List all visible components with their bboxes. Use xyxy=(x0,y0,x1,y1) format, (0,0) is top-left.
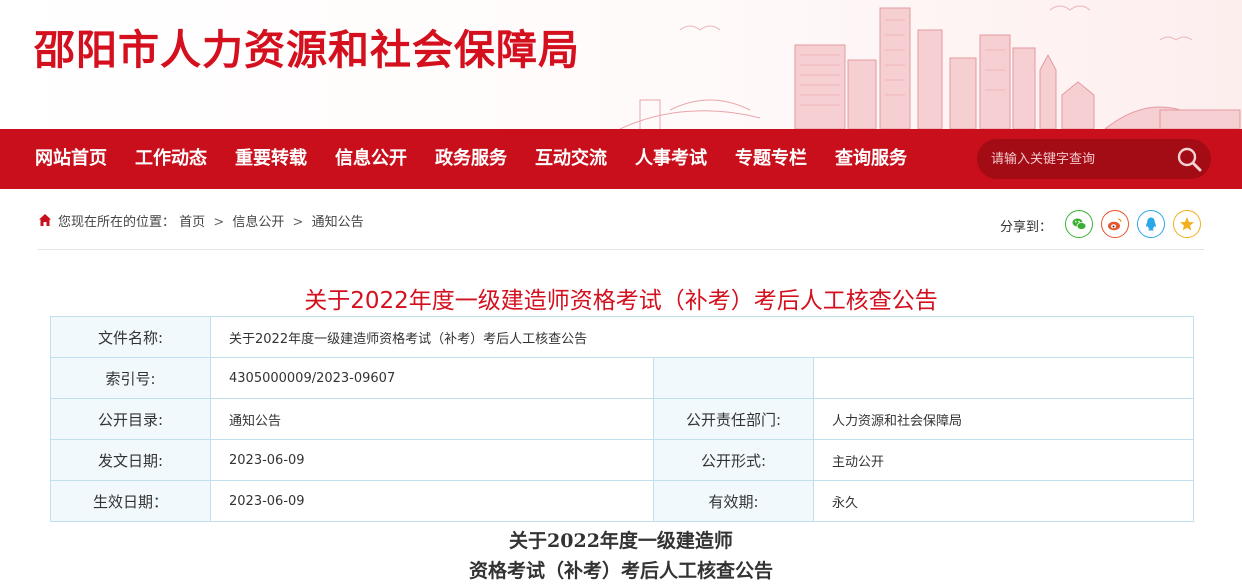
nav-item-home[interactable]: 网站首页 xyxy=(35,129,107,189)
weibo-icon xyxy=(1108,218,1122,231)
index-label: 索引号: xyxy=(50,357,211,399)
dept-label: 公开责任部门: xyxy=(653,398,814,440)
qzone-icon xyxy=(1180,217,1194,231)
nav-item-info-disclosure[interactable]: 信息公开 xyxy=(335,129,407,189)
effective-date-label: 生效日期： xyxy=(50,480,211,522)
nav-item-interaction[interactable]: 互动交流 xyxy=(535,129,607,189)
file-name-label: 文件名称: xyxy=(50,316,211,358)
share-label: 分享到： xyxy=(1000,220,1053,235)
share-weibo-button[interactable] xyxy=(1101,210,1129,238)
main-nav: 网站首页 工作动态 重要转载 信息公开 政务服务 互动交流 人事考试 专题专栏 … xyxy=(0,129,1242,189)
breadcrumb-bar: 您现在所在的位置： 首页 > 信息公开 > 通知公告 分享到： xyxy=(38,200,1204,250)
body-heading: 关于2022年度一级建造师 资格考试（补考）考后人工核查公告 xyxy=(0,526,1242,586)
search-button[interactable] xyxy=(1175,145,1203,173)
breadcrumb-separator: > xyxy=(292,215,304,230)
table-row: 公开目录: 通知公告 公开责任部门: 人力资源和社会保障局 xyxy=(50,398,1195,440)
site-title[interactable]: 邵阳市人力资源和社会保障局 xyxy=(34,16,580,76)
table-row: 索引号: 4305000009/2023-09607 xyxy=(50,357,1195,399)
empty-value-cell xyxy=(812,357,1195,399)
dept-value: 人力资源和社会保障局 xyxy=(812,398,1195,440)
nav-item-personnel-exam[interactable]: 人事考试 xyxy=(635,129,707,189)
body-heading-line-1: 关于2022年度一级建造师 xyxy=(509,530,733,552)
catalog-label: 公开目录: xyxy=(50,398,211,440)
table-row: 生效日期： 2023-06-09 有效期: 永久 xyxy=(50,480,1195,522)
catalog-value: 通知公告 xyxy=(210,398,654,440)
search-box xyxy=(977,139,1211,179)
validity-label: 有效期: xyxy=(653,480,814,522)
city-skyline-illustration xyxy=(619,5,1241,129)
nav-item-special-topics[interactable]: 专题专栏 xyxy=(735,129,807,189)
breadcrumb: 您现在所在的位置： 首页 > 信息公开 > 通知公告 xyxy=(58,211,364,230)
home-icon xyxy=(39,214,51,226)
qq-icon xyxy=(1146,217,1156,231)
search-icon xyxy=(1177,147,1202,172)
body-heading-line-2: 资格考试（补考）考后人工核查公告 xyxy=(468,560,773,582)
nav-item-gov-services[interactable]: 政务服务 xyxy=(435,129,507,189)
table-row: 发文日期: 2023-06-09 公开形式: 主动公开 xyxy=(50,439,1195,481)
breadcrumb-info-disclosure[interactable]: 信息公开 xyxy=(232,215,284,230)
nav-item-work-news[interactable]: 工作动态 xyxy=(135,129,207,189)
effective-date-value: 2023-06-09 xyxy=(210,480,654,522)
issue-date-label: 发文日期: xyxy=(50,439,211,481)
search-input[interactable] xyxy=(991,139,1171,179)
share-qq-button[interactable] xyxy=(1137,210,1165,238)
breadcrumb-separator: > xyxy=(213,215,225,230)
document-meta-table: 文件名称: 关于2022年度一级建造师资格考试（补考）考后人工核查公告 索引号:… xyxy=(50,316,1195,522)
file-name-value: 关于2022年度一级建造师资格考试（补考）考后人工核查公告 xyxy=(209,316,1195,358)
breadcrumb-prefix: 您现在所在的位置： xyxy=(58,215,176,230)
breadcrumb-home[interactable]: 首页 xyxy=(179,215,205,230)
table-row: 文件名称: 关于2022年度一级建造师资格考试（补考）考后人工核查公告 xyxy=(50,316,1195,358)
index-value: 4305000009/2023-09607 xyxy=(210,357,654,399)
header-banner: 邵阳市人力资源和社会保障局 xyxy=(0,0,1242,129)
nav-item-query-services[interactable]: 查询服务 xyxy=(835,129,907,189)
issue-date-value: 2023-06-09 xyxy=(210,439,654,481)
form-label: 公开形式: xyxy=(653,439,814,481)
breadcrumb-notices[interactable]: 通知公告 xyxy=(312,215,364,230)
share-wechat-button[interactable] xyxy=(1065,210,1093,238)
share-qzone-button[interactable] xyxy=(1173,210,1201,238)
nav-item-reprints[interactable]: 重要转载 xyxy=(235,129,307,189)
form-value: 主动公开 xyxy=(812,439,1195,481)
wechat-icon xyxy=(1072,218,1087,230)
document-title: 关于2022年度一级建造师资格考试（补考）考后人工核查公告 xyxy=(304,288,938,314)
validity-value: 永久 xyxy=(812,480,1195,522)
empty-label-cell xyxy=(653,357,814,399)
